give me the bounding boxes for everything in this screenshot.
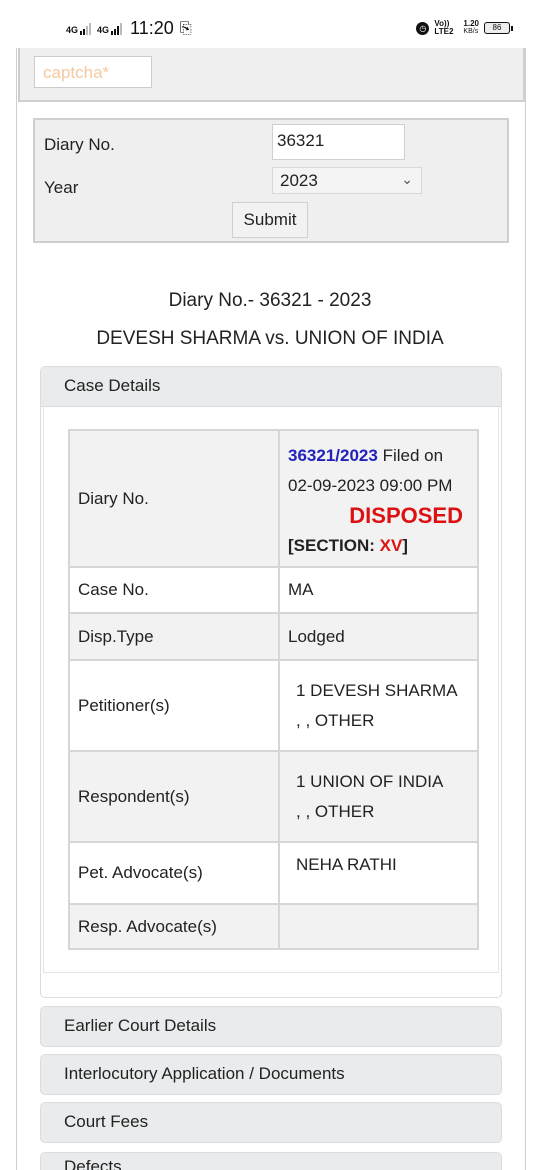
table-row: Petitioner(s) 1 DEVESH SHARMA , , OTHER: [68, 659, 479, 752]
case-title: Diary No.- 36321 - 2023: [168, 290, 372, 311]
table-row: Resp. Advocate(s): [68, 903, 479, 950]
table-row: Case No. MA: [68, 566, 479, 614]
section-suffix: ]: [402, 535, 408, 555]
diary-number-input[interactable]: 36321: [272, 124, 405, 160]
diary-no-label: Diary No.: [68, 429, 280, 568]
respondent-cell: 1 UNION OF INDIA , , OTHER: [278, 750, 479, 843]
diary-no-cell: 36321/2023 Filed on 02-09-2023 09:00 PM …: [278, 429, 479, 568]
volte-indicator: Vo)) LTE2: [434, 19, 454, 36]
petitioner-cell: 1 DEVESH SHARMA , , OTHER: [278, 659, 479, 752]
court-fees-section[interactable]: Court Fees: [40, 1102, 502, 1143]
case-details-header[interactable]: Case Details: [41, 367, 501, 407]
table-row: Diary No. 36321/2023 Filed on 02-09-2023…: [68, 429, 479, 568]
table-row: Pet. Advocate(s) NEHA RATHI: [68, 841, 479, 905]
section-info: [SECTION: XV]: [288, 531, 477, 561]
search-form: Diary No. 36321 Year 2023 ⌄ Submit: [33, 118, 509, 243]
defects-section[interactable]: Defects: [40, 1152, 502, 1170]
diary-label: Diary No.: [44, 135, 115, 154]
status-badge: DISPOSED: [349, 502, 463, 528]
signal-2: 4G: [97, 22, 123, 35]
filed-date: 02-09-2023 09:00 PM: [288, 475, 453, 495]
respondent-label: Respondent(s): [68, 750, 280, 843]
year-selected-value: 2023: [280, 171, 318, 190]
petitioner-line2: , , OTHER: [296, 710, 375, 730]
diary-number-link[interactable]: 36321/2023: [288, 446, 378, 465]
captcha-input[interactable]: captcha*: [34, 56, 152, 88]
alarm-icon: ◷: [416, 21, 430, 35]
chevron-down-icon: ⌄: [401, 171, 413, 187]
status-bar: 4G 4G 11:20 ⎘ ◷ Vo)) LTE2 1.20 KB/s 86: [0, 0, 540, 48]
defects-label: Defects: [64, 1157, 122, 1170]
net-speed-unit: KB/s: [463, 28, 479, 35]
net-speed: 1.20 KB/s: [463, 20, 479, 36]
section-prefix: [SECTION:: [288, 535, 380, 555]
captcha-section: captcha*: [18, 48, 525, 102]
section-value: XV: [379, 535, 403, 555]
case-details-panel: Case Details Diary No. 36321/2023 Filed …: [40, 366, 502, 998]
case-parties: DEVESH SHARMA vs. UNION OF INDIA: [96, 328, 444, 349]
network-type-1: 4G: [66, 24, 79, 35]
signal-bars-icon: [80, 22, 92, 35]
year-select[interactable]: 2023 ⌄: [272, 167, 422, 194]
filed-on-text: Filed on: [382, 445, 444, 465]
signal-1: 4G: [66, 22, 92, 35]
case-no-value: MA: [278, 566, 479, 614]
disp-type-label: Disp.Type: [68, 612, 280, 661]
diary-filed-line: 36321/2023 Filed on: [288, 441, 477, 471]
network-type-2: 4G: [97, 24, 110, 35]
signal-bars-icon: [111, 22, 123, 35]
table-row: Respondent(s) 1 UNION OF INDIA , , OTHER: [68, 750, 479, 843]
submit-button[interactable]: Submit: [232, 202, 308, 238]
status-right: ◷ Vo)) LTE2 1.20 KB/s 86: [416, 19, 513, 36]
resp-advocate-value: [278, 903, 479, 950]
respondent-line2: , , OTHER: [296, 801, 375, 821]
screenshot-icon: ⎘: [179, 20, 192, 37]
respondent-line1: 1 UNION OF INDIA: [296, 771, 444, 791]
year-label: Year: [44, 178, 79, 197]
disp-type-value: Lodged: [278, 612, 479, 661]
battery-icon: 86: [484, 22, 513, 34]
net-speed-value: 1.20: [463, 19, 479, 28]
resp-advocate-label: Resp. Advocate(s): [68, 903, 280, 950]
case-no-label: Case No.: [68, 566, 280, 614]
pet-advocate-value: NEHA RATHI: [278, 841, 479, 905]
table-row: Disp.Type Lodged: [68, 612, 479, 661]
case-details-table: Diary No. 36321/2023 Filed on 02-09-2023…: [68, 429, 479, 950]
petitioner-label: Petitioner(s): [68, 659, 280, 752]
case-details-body: Diary No. 36321/2023 Filed on 02-09-2023…: [43, 407, 499, 973]
clock: 11:20: [130, 18, 174, 38]
petitioner-line1: 1 DEVESH SHARMA: [296, 680, 458, 700]
status-left: 4G 4G 11:20 ⎘: [66, 18, 192, 39]
earlier-court-details-section[interactable]: Earlier Court Details: [40, 1006, 502, 1047]
interlocutory-application-section[interactable]: Interlocutory Application / Documents: [40, 1054, 502, 1095]
pet-advocate-label: Pet. Advocate(s): [68, 841, 280, 905]
